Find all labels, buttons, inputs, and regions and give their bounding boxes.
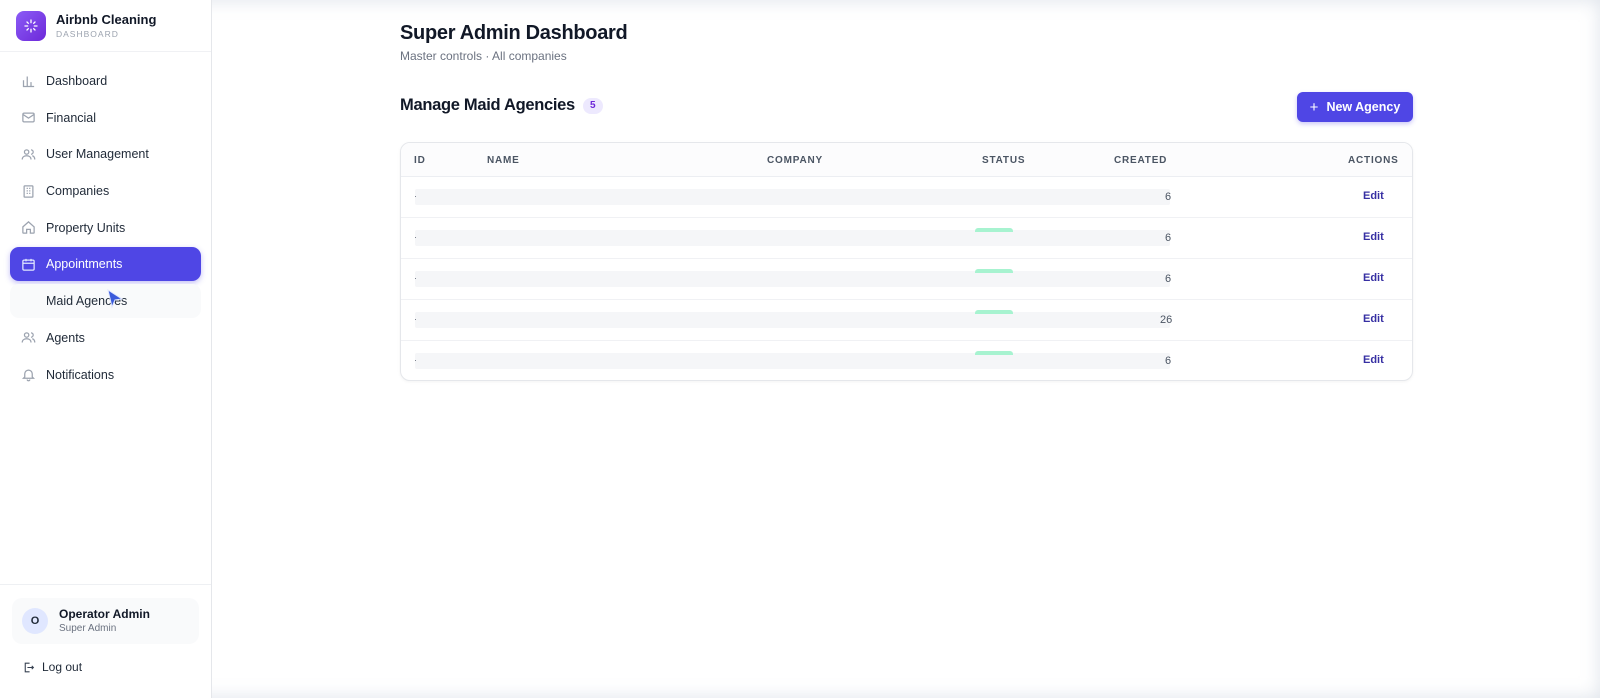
sidebar-nav: Dashboard Financial User Management Comp… [0, 52, 211, 392]
sidebar-item-appointments[interactable]: Appointments [10, 247, 201, 282]
avatar: O [22, 608, 48, 634]
edit-link[interactable]: Edit [1363, 190, 1384, 202]
column-header-actions: ACTIONS [1348, 155, 1399, 166]
loading-skeleton [415, 271, 1170, 287]
id-cell: · [414, 355, 417, 365]
sidebar-item-label: Financial [46, 110, 97, 125]
sidebar-item-label: Dashboard [46, 74, 108, 88]
column-header-created[interactable]: CREATED [1114, 155, 1167, 166]
created-cell: 26 [1160, 314, 1173, 326]
created-cell: 6 [1165, 232, 1172, 244]
sidebar-item-agents[interactable]: Agents [10, 321, 201, 355]
sidebar-item-label: Agents [46, 330, 85, 345]
section-title: Manage Maid Agencies [400, 96, 575, 114]
edit-link[interactable]: Edit [1363, 272, 1384, 284]
edit-link[interactable]: Edit [1363, 313, 1384, 325]
status-badge [975, 269, 1013, 273]
loading-skeleton [415, 189, 1170, 205]
bar-chart-icon [20, 73, 36, 89]
sidebar-item-label: Property Units [46, 220, 126, 235]
logout-label: Log out [42, 660, 83, 674]
loading-skeleton [415, 230, 1170, 246]
column-header-company[interactable]: COMPANY [767, 155, 823, 166]
sidebar-item-notifications[interactable]: Notifications [10, 358, 201, 392]
section-header: Manage Maid Agencies 5 [400, 96, 603, 115]
table-row: · 6 Edit [401, 218, 1412, 259]
users-icon [20, 146, 36, 162]
app-window: Airbnb Cleaning DASHBOARD Dashboard Fina… [0, 0, 1600, 698]
plus-icon: + [1309, 98, 1319, 116]
status-badge [975, 228, 1013, 232]
user-role: Super Admin [59, 622, 117, 634]
page-subtitle: Master controls · All companies [400, 49, 567, 63]
table-row: · 6 Edit [401, 341, 1412, 380]
table-row: · 26 Edit [401, 300, 1412, 341]
sidebar-item-label: Companies [46, 184, 110, 199]
count-badge: 5 [582, 97, 603, 114]
logout-button[interactable]: Log out [22, 660, 82, 674]
id-cell: · [414, 314, 417, 324]
sidebar-item-companies[interactable]: Companies [10, 174, 201, 208]
page-title: Super Admin Dashboard [400, 22, 628, 44]
home-icon [20, 220, 36, 236]
sidebar-item-financial[interactable]: Financial [10, 101, 201, 135]
logout-icon [24, 662, 35, 672]
sidebar-item-user-management[interactable]: User Management [10, 137, 201, 171]
new-agency-label: New Agency [1326, 100, 1401, 114]
new-agency-button[interactable]: + New Agency [1297, 92, 1413, 122]
sparkles-icon [16, 10, 46, 41]
mail-icon [20, 110, 36, 126]
brand[interactable]: Airbnb Cleaning DASHBOARD [0, 0, 211, 52]
mouse-pointer-icon [107, 289, 124, 309]
calendar-icon [20, 256, 36, 272]
sidebar-item-dashboard[interactable]: Dashboard [10, 64, 201, 98]
sidebar: Airbnb Cleaning DASHBOARD Dashboard Fina… [0, 0, 212, 698]
table-row: · 6 Edit [401, 177, 1412, 218]
user-name: Operator Admin [59, 606, 150, 621]
created-cell: 6 [1165, 355, 1172, 367]
table-header: ID NAME COMPANY STATUS CREATED ACTIONS [401, 143, 1412, 177]
user-card[interactable]: O Operator Admin Super Admin [12, 598, 199, 644]
sidebar-item-label: User Management [46, 147, 149, 162]
main-content: Super Admin Dashboard Master controls · … [212, 0, 1600, 698]
column-header-name[interactable]: NAME [487, 155, 520, 166]
status-badge [975, 310, 1013, 314]
agencies-table: ID NAME COMPANY STATUS CREATED ACTIONS ·… [400, 142, 1413, 381]
id-cell: · [414, 191, 417, 201]
building-icon [20, 183, 36, 199]
sidebar-item-label: Appointments [46, 257, 123, 272]
users-icon [20, 330, 36, 346]
column-header-status[interactable]: STATUS [982, 155, 1025, 166]
loading-skeleton [415, 312, 1170, 328]
brand-name: Airbnb Cleaning [56, 11, 157, 27]
sidebar-divider [0, 584, 211, 585]
bell-icon [20, 367, 36, 383]
created-cell: 6 [1165, 273, 1172, 285]
id-cell: · [414, 273, 417, 283]
edit-link[interactable]: Edit [1363, 354, 1384, 366]
sidebar-item-property-units[interactable]: Property Units [10, 211, 201, 245]
status-badge [975, 351, 1013, 355]
column-header-id[interactable]: ID [414, 155, 426, 166]
table-row: · 6 Edit [401, 259, 1412, 300]
brand-subtitle: DASHBOARD [56, 28, 119, 39]
created-cell: 6 [1165, 191, 1172, 203]
id-cell: · [414, 232, 417, 242]
loading-skeleton [415, 353, 1170, 369]
edit-link[interactable]: Edit [1363, 231, 1384, 243]
sidebar-item-label: Notifications [46, 367, 115, 382]
